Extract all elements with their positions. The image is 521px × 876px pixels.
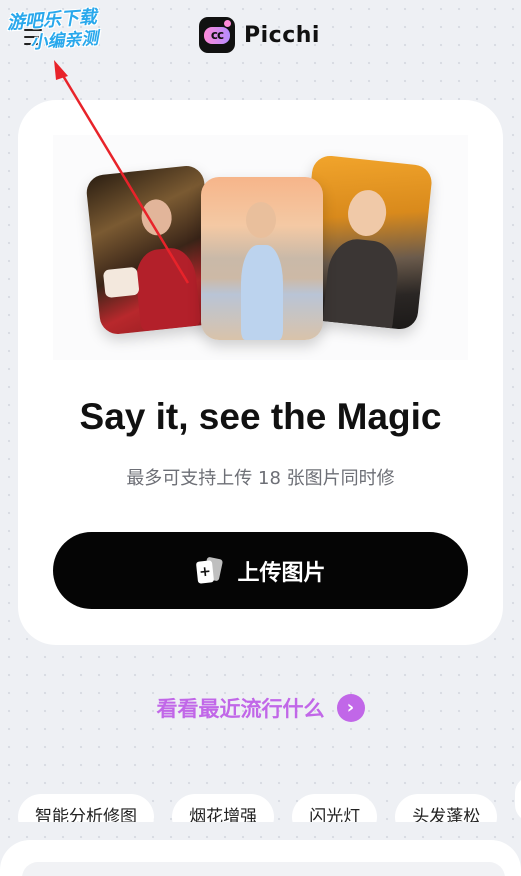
tag-smart-retouch[interactable]: 智能分析修图 xyxy=(18,794,154,822)
upload-images-icon: + xyxy=(195,556,224,584)
bottom-sheet xyxy=(0,840,521,876)
watermark: 游吧乐下载 小编亲测 xyxy=(6,3,150,69)
tag-flash[interactable]: 闪光灯 xyxy=(292,794,378,822)
sample-photos xyxy=(53,135,468,360)
sample-photo-beach xyxy=(201,177,323,340)
hero-subtitle: 最多可支持上传 18 张图片同时修 xyxy=(126,468,395,489)
tag-fluffy-hair[interactable]: 头发蓬松 xyxy=(395,794,498,822)
trending-label: 看看最近流行什么 xyxy=(156,697,325,721)
app-logo-icon: cc xyxy=(199,17,235,53)
tag-fireworks-enhance[interactable]: 烟花增强 xyxy=(172,794,275,822)
trending-link[interactable]: 看看最近流行什么 › xyxy=(0,693,521,723)
app-header: cc Picchi 游吧乐下载 小编亲测 xyxy=(0,0,521,72)
upload-images-label: 上传图片 xyxy=(237,560,326,586)
app-logo: cc Picchi xyxy=(199,17,320,53)
hero-title: Say it, see the Magic xyxy=(79,396,442,437)
tag-more[interactable] xyxy=(515,776,521,822)
bottom-sheet-content xyxy=(22,862,505,876)
sample-photo-birthday xyxy=(84,164,220,336)
style-tags-row: 智能分析修图 烟花增强 闪光灯 头发蓬松 xyxy=(18,776,521,822)
chevron-right-icon: › xyxy=(336,694,365,722)
upload-images-button[interactable]: + 上传图片 xyxy=(53,532,468,609)
app-name: Picchi xyxy=(244,22,320,48)
hero-card: Say it, see the Magic 最多可支持上传 18 张图片同时修 … xyxy=(18,100,503,645)
